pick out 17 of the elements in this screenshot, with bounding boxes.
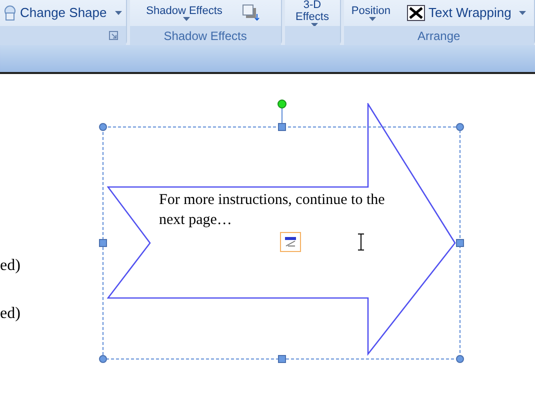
shadow-icon — [242, 4, 260, 22]
text-wrapping-button[interactable]: Text Wrapping — [402, 3, 530, 23]
dialog-launcher-icon[interactable] — [108, 31, 118, 40]
document-text: ed) — [0, 256, 20, 276]
effects-button[interactable]: 3-D Effects — [284, 0, 340, 27]
shape-text: For more instructions, continue to the next page… — [159, 191, 386, 230]
group-label: Arrange — [418, 28, 460, 44]
group-label: Shadow Effects — [164, 28, 247, 44]
change-shape-button[interactable]: Change Shape — [0, 3, 126, 23]
text-wrapping-icon — [406, 5, 424, 21]
text-cursor-icon — [357, 233, 365, 251]
effects-button[interactable]: Shadow Effects — [142, 5, 226, 21]
document-text: ed) — [0, 304, 20, 324]
effects-button[interactable]: Position — [347, 5, 394, 21]
paste-options-icon[interactable] — [280, 232, 301, 252]
shape-icon — [4, 5, 16, 21]
group-footer — [284, 26, 340, 45]
